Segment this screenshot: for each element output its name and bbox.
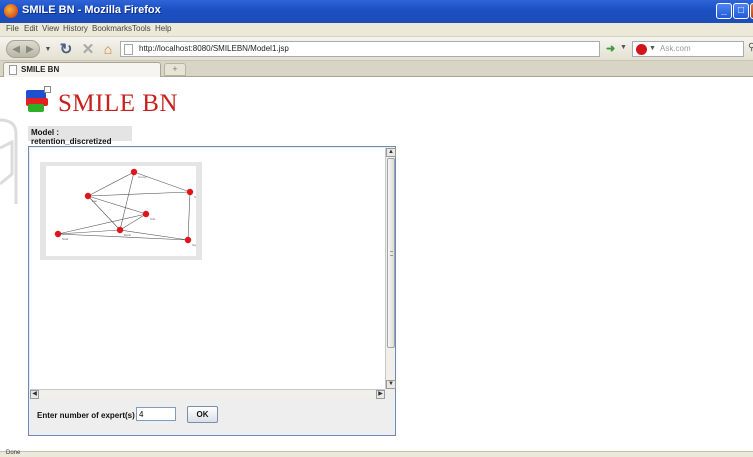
graph-node[interactable]	[186, 188, 194, 196]
search-engine-dropdown-icon[interactable]: ▼	[649, 45, 656, 52]
vertical-scroll-thumb[interactable]	[387, 158, 395, 348]
graph-edge	[119, 171, 135, 231]
tab-strip: SMILE BN +	[0, 61, 753, 77]
horizontal-scrollbar[interactable]: ◀ ▶	[30, 389, 385, 399]
graph-node-label: Fac	[92, 199, 98, 203]
scroll-left-icon[interactable]: ◀	[30, 390, 39, 399]
graph-node-label: Comm	[138, 175, 147, 179]
scroll-down-icon[interactable]: ▼	[386, 380, 396, 389]
page-icon	[9, 65, 17, 75]
graph-edge	[187, 191, 191, 241]
search-box[interactable]: ▼ Ask.com	[632, 41, 744, 57]
graph-node[interactable]	[184, 236, 192, 244]
graph-node-label: Rank	[124, 233, 132, 237]
minimize-button[interactable]: _	[716, 3, 732, 19]
menu-history[interactable]: History	[63, 24, 88, 33]
model-applet-panel: Comm Fac Spend Sub Rank Stud Spent ▲ ▼ ◀ ▶ Ent…	[28, 146, 396, 436]
menu-bar: File Edit View History Bookmarks Tools H…	[0, 23, 753, 37]
back-arrow-icon[interactable]: ◀	[12, 44, 20, 55]
menu-file[interactable]: File	[6, 24, 19, 33]
menu-view[interactable]: View	[42, 24, 59, 33]
window-title: SMILE BN - Mozilla Firefox	[22, 4, 161, 16]
status-bar: Done	[0, 450, 753, 457]
go-arrow-icon[interactable]: ➜	[606, 42, 615, 55]
url-text[interactable]: http://localhost:8080/SMILEBN/Model1.jsp	[139, 44, 289, 53]
graph-node-label: Sub	[150, 217, 156, 221]
firefox-icon	[4, 4, 18, 18]
reload-icon[interactable]: ↻	[58, 40, 74, 58]
graph-node[interactable]	[116, 226, 124, 234]
navigation-toolbar: ◀ ▶ ▼ ↻ ✕ ⌂ http://localhost:8080/SMILEB…	[0, 37, 753, 61]
new-tab-button[interactable]: +	[164, 63, 186, 76]
app-title: SMILE BN	[58, 90, 178, 117]
history-dropdown-icon[interactable]: ▼	[43, 40, 53, 58]
ask-engine-icon[interactable]	[636, 44, 647, 55]
tab-smile-bn[interactable]: SMILE BN	[3, 62, 161, 77]
graph-node[interactable]	[84, 192, 92, 200]
graph-node[interactable]	[130, 168, 138, 176]
home-icon[interactable]: ⌂	[99, 40, 117, 58]
back-forward-button[interactable]: ◀ ▶	[6, 40, 40, 58]
graph-viewport[interactable]: Comm Fac Spend Sub Rank Stud Spent	[30, 148, 385, 389]
graph-node[interactable]	[54, 230, 62, 238]
search-icon[interactable]: ⚲	[748, 42, 753, 53]
menu-help[interactable]: Help	[155, 24, 171, 33]
graph-edge	[119, 213, 147, 231]
vertical-scrollbar[interactable]: ▲ ▼	[385, 148, 396, 389]
graph-edge	[87, 171, 135, 197]
scroll-right-icon[interactable]: ▶	[376, 390, 385, 399]
expert-count-input[interactable]	[136, 407, 176, 421]
page-icon	[124, 44, 133, 55]
scrollbar-corner	[385, 389, 395, 398]
graph-node[interactable]	[142, 210, 150, 218]
scroll-up-icon[interactable]: ▲	[386, 148, 396, 157]
graph-node-label: Spend	[194, 195, 196, 199]
menu-edit[interactable]: Edit	[24, 24, 38, 33]
window-titlebar: SMILE BN - Mozilla Firefox _ □	[0, 0, 753, 23]
menu-tools[interactable]: Tools	[132, 24, 151, 33]
network-graph-thumbnail[interactable]: Comm Fac Spend Sub Rank Stud Spent	[40, 162, 203, 260]
url-bar[interactable]: http://localhost:8080/SMILEBN/Model1.jsp	[120, 41, 600, 57]
graph-node-label: Stud	[62, 237, 69, 241]
maximize-button[interactable]: □	[733, 3, 749, 19]
stop-icon[interactable]: ✕	[80, 40, 96, 58]
graph-edge	[87, 191, 191, 197]
search-placeholder[interactable]: Ask.com	[660, 44, 691, 53]
menu-bookmarks[interactable]: Bookmarks	[92, 24, 132, 33]
network-graph[interactable]: Comm Fac Spend Sub Rank Stud Spent	[46, 166, 203, 256]
expert-count-label: Enter number of expert(s) :	[37, 411, 140, 420]
forward-arrow-icon[interactable]: ▶	[26, 44, 34, 55]
model-label: Model : retention_discretized	[28, 126, 132, 146]
status-text: Done	[6, 450, 21, 456]
tab-label: SMILE BN	[21, 65, 60, 74]
graph-node-label: Spent	[192, 243, 196, 247]
url-dropdown-icon[interactable]: ▼	[620, 44, 627, 51]
ok-button[interactable]: OK	[187, 406, 218, 423]
